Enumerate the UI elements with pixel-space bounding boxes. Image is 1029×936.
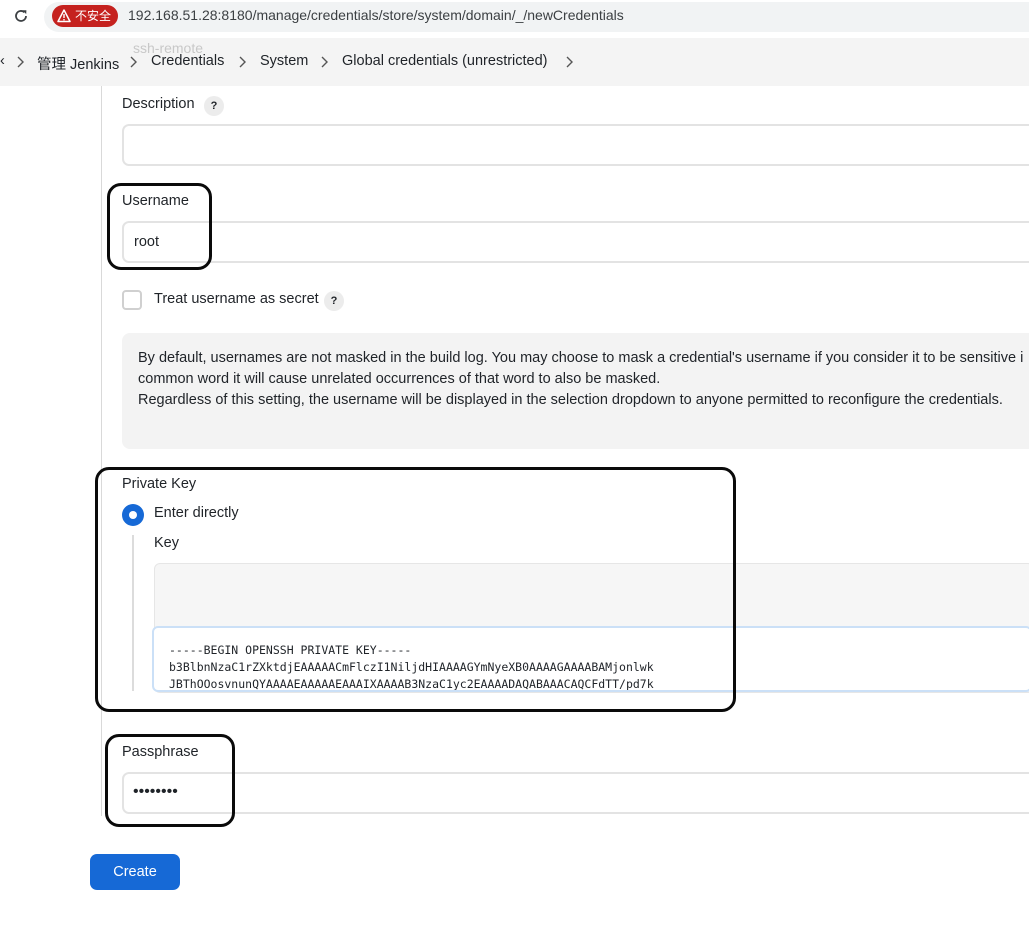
key-line-3: JBThOOosvnunQYAAAAEAAAAAEAAAIXAAAAB3NzaC…: [169, 677, 654, 691]
key-textarea[interactable]: -----BEGIN OPENSSH PRIVATE KEY----- b3Bl…: [152, 626, 1029, 692]
username-label: Username: [122, 193, 189, 209]
warning-icon: [57, 9, 71, 23]
nested-option-rule: [132, 535, 134, 691]
private-key-label: Private Key: [122, 476, 197, 492]
username-secret-label: Treat username as secret: [154, 291, 319, 307]
passphrase-input[interactable]: [122, 772, 1029, 814]
chevron-right-icon: [17, 56, 24, 68]
chevron-right-icon: [239, 56, 246, 68]
key-label: Key: [154, 535, 179, 551]
description-input[interactable]: [122, 124, 1029, 166]
breadcrumb-edge[interactable]: ‹: [0, 53, 5, 69]
section-divider: [101, 86, 102, 816]
chevron-right-icon[interactable]: [565, 56, 574, 68]
key-line-1: -----BEGIN OPENSSH PRIVATE KEY-----: [169, 643, 412, 657]
breadcrumb-credentials[interactable]: Credentials: [151, 53, 224, 69]
username-secret-checkbox[interactable]: [122, 290, 142, 310]
chevron-right-icon: [321, 56, 328, 68]
info-text-line-3: Regardless of this setting, the username…: [138, 392, 1003, 408]
passphrase-label: Passphrase: [122, 744, 199, 760]
username-input[interactable]: [122, 221, 1029, 263]
not-secure-label: 不安全: [75, 9, 112, 23]
passphrase-masked-value: ••••••••: [133, 783, 178, 800]
description-help-icon[interactable]: ?: [204, 96, 224, 116]
info-text-line-2: common word it will cause unrelated occu…: [138, 371, 661, 387]
enter-directly-radio[interactable]: [122, 504, 144, 526]
url-text[interactable]: 192.168.51.28:8180/manage/credentials/st…: [128, 7, 624, 23]
username-secret-help-icon[interactable]: ?: [324, 291, 344, 311]
info-text-line-1: By default, usernames are not masked in …: [138, 350, 1024, 366]
radio-selected-dot: [129, 511, 137, 519]
enter-directly-label[interactable]: Enter directly: [154, 505, 239, 521]
create-button[interactable]: Create: [90, 854, 180, 890]
breadcrumb-system[interactable]: System: [260, 53, 308, 69]
description-label: Description: [122, 96, 195, 112]
chevron-right-icon: [130, 56, 137, 68]
breadcrumb-manage-jenkins[interactable]: 管理 Jenkins: [37, 53, 119, 74]
browser-toolbar: 不安全 192.168.51.28:8180/manage/credential…: [0, 0, 1029, 34]
breadcrumb-global-credentials[interactable]: Global credentials (unrestricted): [342, 53, 548, 69]
key-line-2: b3BlbnNzaC1rZXktdjEAAAAACmFlczI1NiljdHIA…: [169, 660, 654, 674]
not-secure-badge[interactable]: 不安全: [52, 5, 118, 27]
reload-icon[interactable]: [13, 8, 29, 24]
